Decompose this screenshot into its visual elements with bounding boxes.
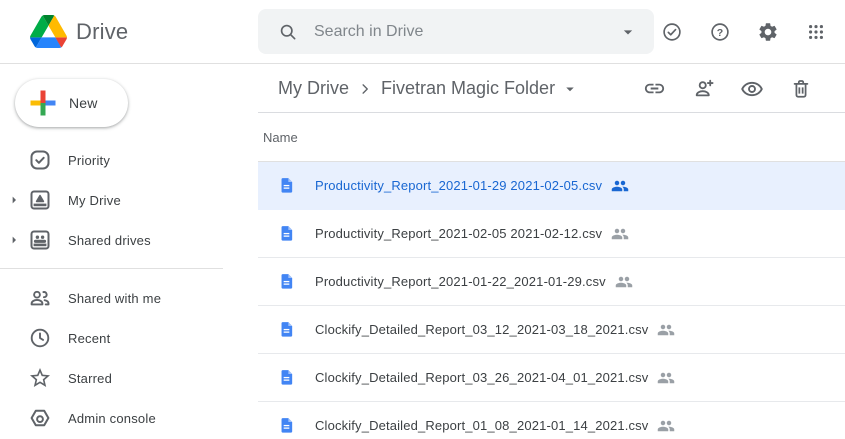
multicolor-plus-icon (28, 88, 58, 118)
file-name: Clockify_Detailed_Report_03_12_2021-03_1… (315, 322, 648, 337)
shared-drives-icon (28, 228, 52, 252)
svg-text:?: ? (717, 26, 723, 38)
sidebar-item-shared-with-me[interactable]: Shared with me (0, 278, 258, 318)
get-link-icon[interactable] (642, 77, 666, 101)
search-icon (278, 22, 298, 42)
sidebar-item-label: Recent (68, 331, 110, 346)
chevron-right-icon (356, 80, 374, 98)
shared-people-icon (657, 369, 675, 387)
apps-grid-icon[interactable] (804, 20, 828, 44)
file-name: Productivity_Report_2021-01-22_2021-01-2… (315, 274, 606, 289)
csv-file-icon (278, 225, 295, 242)
sidebar-item-starred[interactable]: Starred (0, 358, 258, 398)
csv-file-icon (278, 273, 295, 290)
expand-arrow-icon[interactable] (0, 192, 28, 208)
file-name: Productivity_Report_2021-02-05 2021-02-1… (315, 226, 602, 241)
search-input[interactable] (314, 23, 618, 41)
new-button[interactable]: New (15, 79, 128, 127)
delete-trash-icon[interactable] (789, 77, 813, 101)
sidebar-item-label: My Drive (68, 193, 121, 208)
shared-people-icon (611, 177, 629, 195)
sidebar-item-label: Shared with me (68, 291, 161, 306)
breadcrumb-bar: My Drive Fivetran Magic Folder (258, 65, 845, 113)
shared-people-icon (611, 225, 629, 243)
sidebar-item-label: Starred (68, 371, 112, 386)
sidebar-item-label: Admin console (68, 411, 156, 426)
priority-icon (28, 148, 52, 172)
topbar-actions: ? (660, 20, 845, 44)
drive-logo-block[interactable]: Drive (0, 15, 258, 48)
csv-file-icon (278, 321, 295, 338)
file-list: Productivity_Report_2021-01-29 2021-02-0… (258, 162, 845, 439)
shared-people-icon (657, 321, 675, 339)
share-person-add-icon[interactable] (691, 77, 715, 101)
new-button-label: New (69, 95, 98, 111)
file-list-panel: My Drive Fivetran Magic Folder (258, 65, 845, 439)
sidebar-item-label: Shared drives (68, 233, 151, 248)
file-name: Productivity_Report_2021-01-29 2021-02-0… (315, 178, 602, 193)
file-row[interactable]: Productivity_Report_2021-02-05 2021-02-1… (258, 210, 845, 258)
starred-icon (28, 366, 52, 390)
folder-menu-caret-icon[interactable] (561, 80, 579, 98)
csv-file-icon (278, 369, 295, 386)
file-row[interactable]: Productivity_Report_2021-01-22_2021-01-2… (258, 258, 845, 306)
sidebar-item-shared-drives[interactable]: Shared drives (0, 220, 258, 260)
shared-people-icon (615, 273, 633, 291)
top-bar: Drive ? (0, 0, 845, 64)
breadcrumb: My Drive Fivetran Magic Folder (278, 78, 579, 99)
recent-icon (28, 326, 52, 350)
google-drive-window: Drive ? (0, 0, 845, 439)
help-icon[interactable]: ? (708, 20, 732, 44)
sidebar-item-recent[interactable]: Recent (0, 318, 258, 358)
sidebar-item-my-drive[interactable]: My Drive (0, 180, 258, 220)
offline-status-icon[interactable] (660, 20, 684, 44)
sidebar-item-priority[interactable]: Priority (0, 140, 258, 180)
file-row[interactable]: Clockify_Detailed_Report_03_12_2021-03_1… (258, 306, 845, 354)
search-options-caret-icon[interactable] (618, 22, 638, 42)
file-row[interactable]: Clockify_Detailed_Report_03_26_2021-04_0… (258, 354, 845, 402)
file-row[interactable]: Productivity_Report_2021-01-29 2021-02-0… (258, 162, 845, 210)
sidebar-divider (0, 268, 223, 269)
name-column-header[interactable]: Name (258, 113, 845, 162)
breadcrumb-parent[interactable]: My Drive (278, 78, 349, 99)
file-name: Clockify_Detailed_Report_01_08_2021-01_1… (315, 418, 648, 433)
file-row[interactable]: Clockify_Detailed_Report_01_08_2021-01_1… (258, 402, 845, 439)
admin-console-icon (28, 406, 52, 430)
file-name: Clockify_Detailed_Report_03_26_2021-04_0… (315, 370, 648, 385)
shared-with-me-icon (28, 286, 52, 310)
drive-logo-icon (30, 15, 67, 48)
shared-people-icon (657, 417, 675, 435)
expand-arrow-icon[interactable] (0, 232, 28, 248)
app-name: Drive (76, 19, 128, 45)
name-header-label: Name (263, 130, 298, 145)
search-bar[interactable] (258, 9, 654, 54)
current-folder-label: Fivetran Magic Folder (381, 78, 555, 99)
selection-toolbar (642, 77, 813, 101)
preview-eye-icon[interactable] (740, 77, 764, 101)
settings-icon[interactable] (756, 20, 780, 44)
sidebar: New Priority My Drive (0, 65, 258, 439)
sidebar-nav: Priority My Drive (0, 140, 258, 438)
csv-file-icon (278, 417, 295, 434)
csv-file-icon (278, 177, 295, 194)
sidebar-item-label: Priority (68, 153, 110, 168)
sidebar-item-admin-console[interactable]: Admin console (0, 398, 258, 438)
my-drive-icon (28, 188, 52, 212)
breadcrumb-current-folder[interactable]: Fivetran Magic Folder (381, 78, 579, 99)
